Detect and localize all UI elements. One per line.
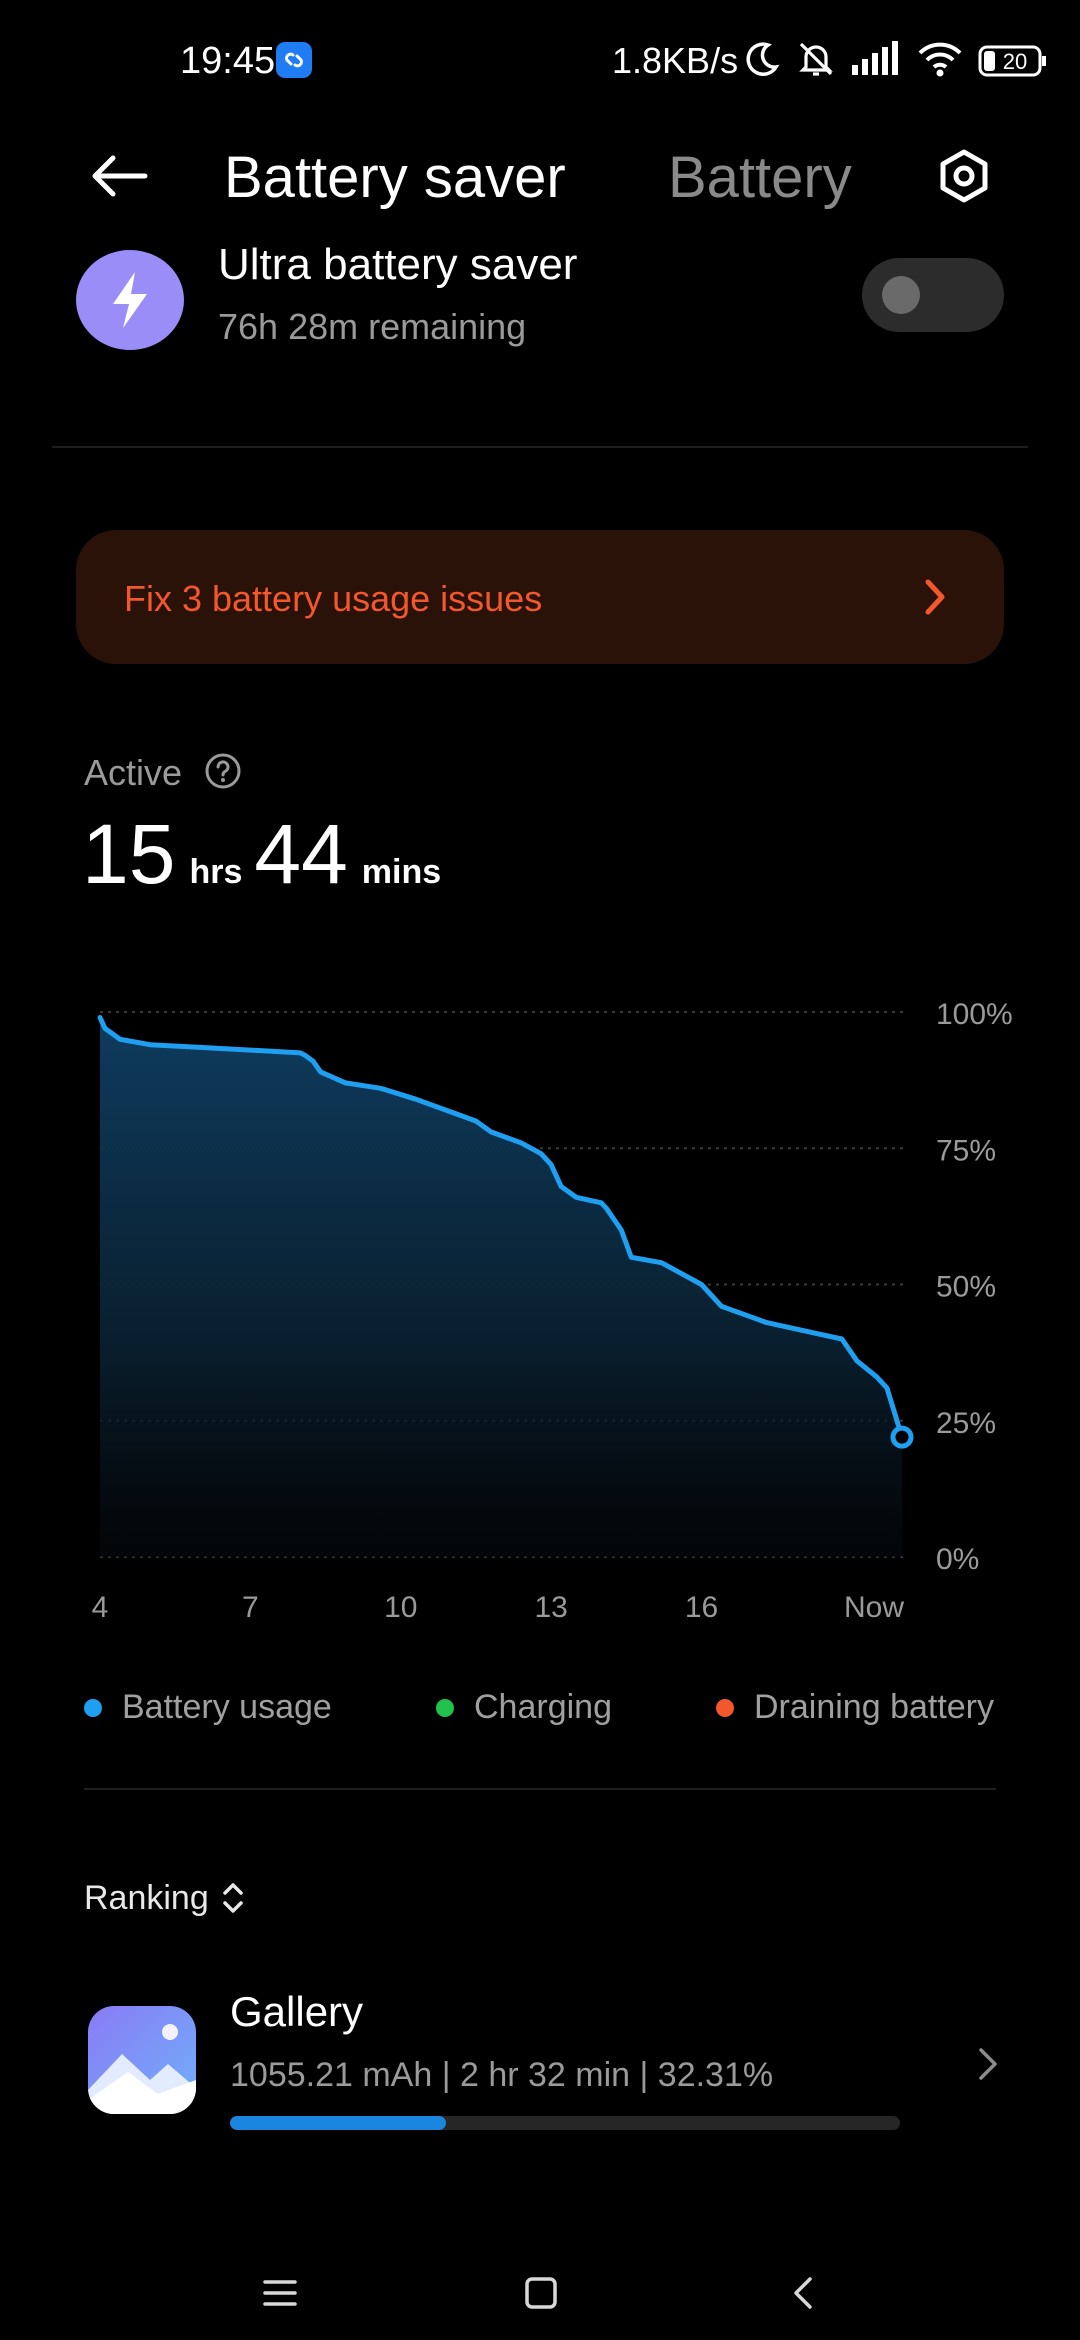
status-time: 19:45	[180, 40, 276, 82]
divider	[52, 446, 1028, 448]
ultra-saver-toggle[interactable]	[862, 258, 1004, 332]
app-name: Gallery	[230, 1988, 364, 2035]
legend-label: Battery usage	[122, 1688, 332, 1726]
fix-issues-banner[interactable]: Fix 3 battery usage issues	[76, 530, 1004, 664]
divider	[84, 1788, 996, 1790]
x-tick-label: 13	[534, 1591, 567, 1624]
battery-usage-area	[100, 1017, 902, 1557]
chart-legend: Battery usage Charging Draining battery	[84, 1688, 1004, 1738]
legend-dot	[84, 1698, 102, 1717]
current-point-marker	[890, 1425, 914, 1449]
toggle-knob	[882, 276, 920, 314]
back-arrow-icon[interactable]	[84, 144, 154, 208]
app-usage-row[interactable]: Gallery 1055.21 mAh | 2 hr 32 min | 32.3…	[0, 1986, 1080, 2146]
x-tick-label: Now	[844, 1591, 904, 1624]
y-tick-label: 0%	[936, 1543, 979, 1576]
battery-icon: 20	[978, 43, 1048, 79]
ranking-label: Ranking	[84, 1878, 209, 1917]
ultra-battery-saver-row[interactable]: Ultra battery saver 76h 28m remaining	[0, 240, 1080, 360]
battery-chart: 100% 75% 50% 25% 0% 4 7 10 13 16 Now	[92, 998, 1013, 1624]
back-nav-icon[interactable]	[778, 2268, 828, 2318]
chevron-right-icon	[920, 574, 950, 620]
lightning-icon	[76, 250, 184, 350]
x-tick-label: 7	[242, 1591, 259, 1624]
ranking-sort-button[interactable]: Ranking	[84, 1878, 245, 1918]
chevron-right-icon	[976, 2044, 1000, 2084]
tab-battery[interactable]: Battery	[668, 144, 852, 211]
x-tick-label: 10	[384, 1591, 417, 1624]
ultra-saver-title: Ultra battery saver	[218, 240, 578, 289]
y-tick-label: 50%	[936, 1271, 996, 1304]
moon-icon	[742, 39, 782, 84]
usage-bar	[230, 2116, 900, 2130]
gallery-app-icon	[88, 2006, 196, 2114]
hours-unit: hrs	[189, 853, 243, 891]
tab-battery-saver[interactable]: Battery saver	[224, 144, 566, 211]
legend-label: Draining battery	[754, 1688, 995, 1726]
active-hours: 15	[82, 807, 176, 901]
minutes-unit: mins	[361, 853, 442, 891]
legend-dot	[716, 1698, 734, 1717]
y-tick-label: 75%	[936, 1134, 996, 1167]
shazam-icon	[276, 42, 312, 78]
bell-off-icon	[796, 39, 836, 84]
legend-dot	[436, 1698, 454, 1717]
wifi-icon	[916, 39, 964, 84]
network-speed: 1.8KB/s	[612, 40, 739, 81]
help-icon[interactable]	[204, 752, 242, 790]
status-icons: 20	[742, 38, 1048, 84]
x-tick-label: 16	[685, 1591, 718, 1624]
menu-icon[interactable]	[255, 2268, 305, 2318]
x-tick-label: 4	[92, 1591, 109, 1624]
active-minutes: 44	[254, 807, 348, 901]
sort-updown-icon	[221, 1878, 245, 1918]
usage-bar-fill	[230, 2116, 447, 2130]
signal-icon	[850, 40, 902, 82]
active-time: 15 hrs 44 mins	[82, 806, 453, 903]
fix-issues-label: Fix 3 battery usage issues	[124, 578, 543, 619]
ultra-saver-remaining: 76h 28m remaining	[218, 306, 527, 347]
legend-draining: Draining battery	[716, 1688, 994, 1727]
legend-charging: Charging	[436, 1688, 612, 1727]
navigation-bar	[0, 2240, 1080, 2340]
battery-level: 20	[1002, 49, 1028, 74]
active-label: Active	[84, 752, 183, 793]
home-icon[interactable]	[516, 2268, 566, 2318]
y-tick-label: 25%	[936, 1407, 996, 1440]
status-bar: 19:45 1.8KB/s 20	[0, 0, 1080, 124]
app-stats: 1055.21 mAh | 2 hr 32 min | 32.31%	[230, 2056, 774, 2094]
y-tick-label: 100%	[936, 998, 1013, 1031]
legend-battery-usage: Battery usage	[84, 1688, 332, 1727]
legend-label: Charging	[474, 1688, 612, 1726]
settings-icon[interactable]	[932, 144, 996, 208]
